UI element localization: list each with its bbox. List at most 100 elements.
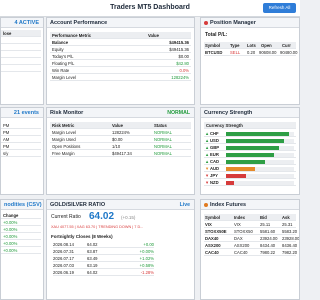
currency-code: JPY	[210, 173, 218, 178]
currency-code: EUR	[210, 152, 219, 157]
currency-code: CHF	[210, 131, 219, 136]
strength-bar	[226, 152, 274, 157]
currency-title: Currency Strength	[201, 108, 299, 118]
currency-header-row: Currency Strength	[204, 122, 296, 129]
currency-row: ▲ USD	[204, 137, 296, 144]
index-futures-panel: Index Futures Symbol Index Bid Ask VIX VI…	[200, 199, 300, 300]
ratio-info-line: XAU 4077.55 | XAG 63.70 | TRENDING DOWN …	[51, 225, 144, 229]
currency-row: ▼ JPY	[204, 172, 296, 179]
live-badge: Live	[179, 202, 190, 208]
position-header-row: Symbol Type Lots Open Curr	[204, 42, 296, 49]
strength-bar	[226, 145, 280, 150]
change-row: +0.00%	[1, 240, 41, 247]
arrow-up-icon: ▲	[205, 145, 210, 150]
strength-track	[226, 180, 294, 185]
position-title: Position Manager	[201, 18, 299, 28]
ratio-change: (+0.15)	[121, 215, 136, 220]
risk-title: Risk Monitor NORMAL	[47, 108, 194, 118]
strength-track	[226, 138, 294, 143]
change-row: +0.00%	[1, 233, 41, 240]
dashboard-title: Traders MT5 Dashboard	[110, 4, 190, 11]
strength-track	[226, 145, 294, 150]
strength-track	[226, 131, 294, 136]
gold-silver-panel: GOLD/SILVER RATIO Live Current Ratio 64.0…	[46, 199, 195, 300]
current-ratio-label: Current Ratio	[51, 214, 81, 220]
futures-row: ASX200 ASX200 8434.40 8436.40	[204, 243, 298, 249]
futures-row: DAX40 DAX 23924.00 23928.00	[204, 236, 300, 242]
arrow-up-icon: ▲	[205, 152, 210, 157]
strength-bar	[226, 159, 266, 164]
strength-bar	[226, 138, 284, 143]
account-row-margin-level: Margin Level 128224%	[50, 75, 191, 81]
arrow-down-icon: ▼	[205, 180, 210, 185]
left-top-row: lose	[1, 30, 41, 37]
account-row-equity: Equity $49415.36	[50, 47, 191, 53]
title-bar: Traders MT5 Dashboard Refresh All	[0, 0, 300, 17]
change-header: Change	[1, 212, 41, 219]
risk-row: Margin Level 128224% NORMAL	[50, 129, 191, 136]
account-performance-panel: Account Performance Performance Metric V…	[46, 17, 195, 105]
account-row-win-rate: Win Rate 0.0%	[50, 68, 191, 74]
total-pl-label: Total P/L:	[205, 32, 228, 38]
left-top-row	[1, 65, 41, 72]
strength-bar	[226, 173, 247, 178]
strength-bar	[226, 166, 255, 171]
currency-strength-panel: Currency Strength Currency Strength ▲ CHF…	[200, 107, 300, 195]
account-row-today-pl: Today's P/L $0.00	[50, 54, 191, 60]
close-row: 2026.07.31 63.87 +0.00%	[53, 249, 154, 255]
risk-monitor-panel: Risk Monitor NORMAL Risk Metric Value Sta…	[46, 107, 195, 195]
currency-row: ▲ GBP	[204, 144, 296, 151]
position-manager-panel: Position Manager Total P/L: Symbol Type …	[200, 17, 300, 105]
account-row-floating-pl: Floating P/L $42.80	[50, 61, 191, 67]
currency-code: AUD	[210, 166, 220, 171]
change-row: +0.00%	[1, 226, 41, 233]
strength-track	[226, 159, 294, 164]
event-row: PM	[1, 129, 41, 136]
close-row: 2026.08.14 64.02 +0.00	[53, 242, 154, 248]
currency-row: ▼ AUD	[204, 165, 296, 172]
currency-code: CAD	[210, 159, 220, 164]
currency-code: USD	[210, 138, 219, 143]
alert-dot-icon	[204, 20, 208, 25]
active-badge: 4 ACTIVE	[1, 18, 43, 28]
currency-code: GBP	[210, 145, 220, 150]
left-panel-top: 4 ACTIVE lose	[0, 17, 44, 105]
refresh-all-button[interactable]: Refresh All	[263, 3, 296, 13]
strength-bar	[226, 180, 235, 185]
risk-row: Open Positions 1/10 NORMAL	[50, 143, 191, 150]
currency-code: NZD	[210, 180, 219, 185]
left-top-row	[1, 51, 41, 58]
close-row: 2026.07.03 63.19 +0.58%	[53, 263, 154, 269]
left-top-row	[1, 58, 41, 65]
left-panel-mid: 21 events PM PM AM PM s/y	[0, 107, 44, 195]
futures-row: CAC40 CAC40 7980.22 7982.20	[204, 250, 298, 256]
futures-row: STOXX50E STOXX50 5581.60 5583.20	[204, 229, 298, 235]
commodities-title: nodities (CSV)	[1, 200, 43, 210]
strength-track	[226, 166, 294, 171]
futures-row: VIX VIX 25.11 25.31	[204, 221, 296, 228]
currency-row: ▲ EUR	[204, 151, 296, 158]
event-row: PM	[1, 143, 41, 150]
closes-title: Fortnightly Closes (8 Weeks)	[51, 234, 113, 239]
events-badge: 21 events	[1, 108, 43, 118]
strength-track	[226, 152, 294, 157]
event-row: s/y	[1, 150, 41, 157]
currency-list: ▲ CHF ▲ USD ▲ GBP ▲ EUR ▲ CAD ▼ AUD ▼ JPY ▼ NZD	[204, 130, 296, 186]
arrow-down-icon: ▼	[205, 173, 210, 178]
position-row[interactable]: BTCUSD SELL 0.20 90608.00 90480.00	[204, 49, 297, 56]
current-ratio-value: 64.02	[89, 211, 115, 222]
futures-title: Index Futures	[201, 200, 299, 210]
currency-row: ▲ CAD	[204, 158, 296, 165]
account-title: Account Performance	[47, 18, 194, 28]
close-row: 2026.07.17 63.49 +1.02%	[53, 256, 154, 262]
left-panel-bottom: nodities (CSV) Change +0.00% +0.00% +0.0…	[0, 199, 44, 300]
left-top-row	[1, 37, 41, 44]
account-row-balance: Balance $49415.36	[50, 40, 191, 46]
strength-bar	[226, 131, 289, 136]
risk-row: Margin Used $0.00 NORMAL	[50, 136, 191, 143]
strength-track	[226, 173, 294, 178]
arrow-down-icon: ▼	[205, 166, 210, 171]
arrow-up-icon: ▲	[205, 131, 210, 136]
left-top-row	[1, 44, 41, 51]
currency-row: ▼ NZD	[204, 179, 296, 186]
